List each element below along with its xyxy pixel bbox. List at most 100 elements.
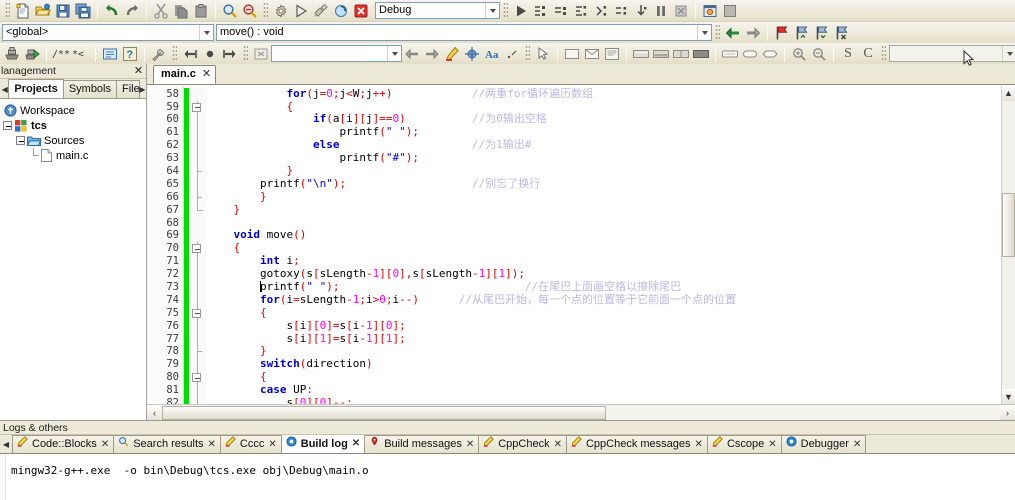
log-tab-build-messages[interactable]: Build messages ✕ xyxy=(364,435,480,453)
close-icon[interactable]: ✕ xyxy=(202,65,211,83)
wx-spacer-v-icon[interactable] xyxy=(740,44,760,63)
wx-spacer-h-icon[interactable] xyxy=(720,44,740,63)
hscroll-thumb[interactable] xyxy=(162,405,606,420)
code-text[interactable]: for(j=0;j<W;j++) //两重for循环遍历数组 { if(a[i]… xyxy=(207,85,1001,404)
run-target-icon[interactable] xyxy=(22,44,42,63)
previous-bookmark-icon[interactable] xyxy=(792,23,812,42)
tab-scroll-left-icon[interactable]: ◀ xyxy=(1,81,8,98)
paste-icon[interactable] xyxy=(191,1,211,20)
clear-all-bookmarks-icon[interactable] xyxy=(832,23,852,42)
log-tab-cppcheck-messages[interactable]: CppCheck messages ✕ xyxy=(565,435,708,453)
toolbar-grip[interactable] xyxy=(503,2,508,19)
toolbar-grip[interactable] xyxy=(172,45,177,62)
scroll-right-icon[interactable]: › xyxy=(1000,405,1015,420)
close-icon[interactable]: ✕ xyxy=(208,436,216,453)
symbol-s-icon[interactable]: S xyxy=(838,44,858,63)
rebuild-icon[interactable] xyxy=(331,1,351,20)
expander-icon[interactable] xyxy=(3,121,12,130)
editor-horizontal-scrollbar[interactable]: ‹ › xyxy=(147,404,1015,420)
code-line[interactable] xyxy=(207,217,1001,230)
fold-marker[interactable] xyxy=(189,100,207,114)
fold-marker[interactable] xyxy=(189,242,207,256)
cut-icon[interactable] xyxy=(151,1,171,20)
code-line[interactable]: s[i][1]=s[i-1][1]; xyxy=(207,332,1001,346)
code-line[interactable]: { xyxy=(207,370,1001,384)
log-tab-code-blocks[interactable]: Code::Blocks ✕ xyxy=(12,435,115,453)
chevron-down-icon[interactable] xyxy=(1002,46,1015,61)
misc-dot-icon[interactable] xyxy=(502,44,522,63)
code-line[interactable]: } xyxy=(207,190,1001,204)
goto-previous-icon[interactable] xyxy=(180,44,200,63)
undo-icon[interactable] xyxy=(102,1,122,20)
goto-next-icon[interactable] xyxy=(220,44,240,63)
log-tab-scroll-left-icon[interactable]: ◀ xyxy=(0,436,12,453)
toolbar-grip[interactable] xyxy=(5,2,10,19)
tree-item-mainc[interactable]: main.c xyxy=(3,148,146,163)
editor-vertical-scrollbar[interactable]: ▲ ▼ xyxy=(1001,85,1015,404)
close-icon[interactable]: ✕ xyxy=(853,436,861,453)
function-combo[interactable]: move() : void xyxy=(216,24,712,41)
fold-marker[interactable] xyxy=(189,371,207,385)
comment-block-icon[interactable]: /** xyxy=(51,44,71,63)
next-bookmark-icon[interactable] xyxy=(812,23,832,42)
zoom-in-icon[interactable] xyxy=(789,44,809,63)
new-file-icon[interactable] xyxy=(13,1,33,20)
next-instruction-icon[interactable] xyxy=(611,1,631,20)
tab-symbols[interactable]: Symbols xyxy=(62,80,117,98)
tab-projects[interactable]: Projects xyxy=(8,79,64,98)
find-field[interactable] xyxy=(271,45,402,62)
close-icon[interactable]: ✕ xyxy=(101,436,109,453)
redo-icon[interactable] xyxy=(122,1,142,20)
toolbar-grip[interactable] xyxy=(263,2,268,19)
code-line[interactable]: { xyxy=(207,241,1001,255)
toolbar-grip[interactable] xyxy=(525,45,530,62)
tab-scroll-right-icon[interactable]: ▶ xyxy=(139,81,146,98)
tab-files[interactable]: Files xyxy=(116,80,140,98)
symbol-c-icon[interactable]: C xyxy=(858,44,878,63)
step-into-icon[interactable] xyxy=(571,1,591,20)
toolbar-grip[interactable] xyxy=(881,45,886,62)
log-tab-debugger[interactable]: Debugger ✕ xyxy=(780,435,867,453)
wx-spacer-free-icon[interactable] xyxy=(760,44,780,63)
wx-flex-grid-sizer-icon[interactable] xyxy=(691,44,711,63)
center-on-screen-icon[interactable] xyxy=(462,44,482,63)
code-line[interactable]: printf("\n"); //别忘了换行 xyxy=(207,177,1001,191)
find-in-files-icon[interactable]: Aa xyxy=(482,44,502,63)
chevron-down-icon[interactable] xyxy=(387,46,401,61)
preferences-icon[interactable] xyxy=(149,44,169,63)
close-icon[interactable]: ✕ xyxy=(695,436,703,453)
copy-icon[interactable] xyxy=(171,1,191,20)
scroll-left-icon[interactable]: ‹ xyxy=(147,405,162,420)
editor-tab-mainc[interactable]: main.c ✕ xyxy=(153,64,217,84)
toolbar-grip[interactable] xyxy=(243,45,248,62)
log-tab-cccc[interactable]: Cccc ✕ xyxy=(219,435,282,453)
break-debugger-icon[interactable] xyxy=(651,1,671,20)
tree-item-tcs[interactable]: tcs xyxy=(3,118,146,133)
uncomment-block-icon[interactable]: *< xyxy=(71,44,91,63)
tree-item-sources[interactable]: Sources xyxy=(3,133,146,148)
jump-forward-icon[interactable] xyxy=(743,23,763,42)
stop-debugger-icon[interactable] xyxy=(671,1,691,20)
build-gear-icon[interactable] xyxy=(271,1,291,20)
chevron-down-icon[interactable] xyxy=(199,25,213,40)
run-icon[interactable] xyxy=(291,1,311,20)
run-to-cursor-icon[interactable] xyxy=(531,1,551,20)
project-tree[interactable]: Workspace tcs Sources main.c xyxy=(0,99,146,420)
pointer-icon[interactable] xyxy=(533,44,553,63)
step-into-instruction-icon[interactable] xyxy=(631,1,651,20)
symbol-search-field[interactable] xyxy=(889,45,1015,62)
replace-icon[interactable] xyxy=(240,1,260,20)
browse-tracker-back-icon[interactable] xyxy=(402,44,422,63)
toggle-comment-icon[interactable] xyxy=(100,44,120,63)
code-line[interactable]: switch(direction) xyxy=(207,357,1001,371)
clear-search-icon[interactable] xyxy=(251,44,271,63)
log-tab-cppcheck[interactable]: CppCheck ✕ xyxy=(478,435,567,453)
code-line[interactable]: s[0][0]--; xyxy=(207,396,1001,404)
vscroll-track[interactable] xyxy=(1002,101,1015,389)
code-line[interactable]: for(i=sLength-1;i>0;i--) //从尾巴开始，每一个点的位置… xyxy=(207,293,1001,307)
save-icon[interactable] xyxy=(53,1,73,20)
build-and-run-icon[interactable] xyxy=(311,1,331,20)
code-line[interactable]: void move() xyxy=(207,229,1001,242)
close-icon[interactable]: ✕ xyxy=(352,435,360,453)
wx-static-box-icon[interactable] xyxy=(651,44,671,63)
